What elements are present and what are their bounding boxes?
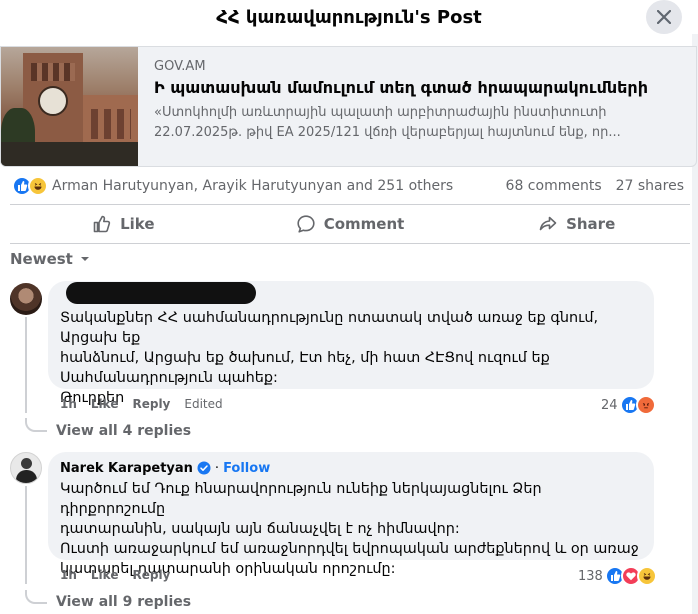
thread-elbow <box>25 418 47 432</box>
verified-badge-icon <box>197 461 211 475</box>
shares-count[interactable]: 27 shares <box>616 178 684 194</box>
comment-line: դատարանին, սակայն այն ճանաչվել է ոչ հիմն… <box>60 521 460 537</box>
comment-bubble-icon <box>297 215 315 233</box>
comment-meta: 1h Like Reply Edited <box>60 397 223 411</box>
comment-time[interactable]: 1h <box>60 568 77 582</box>
follow-button[interactable]: Follow <box>223 461 270 476</box>
close-icon <box>657 10 671 24</box>
comment-button-label: Comment <box>323 215 405 233</box>
comment-text: Կարծում եմ Դուք հնարավորություն ունեիք ն… <box>60 479 642 579</box>
comments-count[interactable]: 68 comments <box>506 178 602 194</box>
share-button-label: Share <box>566 215 616 233</box>
share-arrow-icon <box>539 216 557 231</box>
divider <box>10 243 690 244</box>
comment-line: Տականքներ ՀՀ սահմանադրությունը ոտատակ տվ… <box>60 310 599 346</box>
link-headline[interactable]: Ի պատասխան մամուլում տեղ գտած հրապարակու… <box>154 78 696 97</box>
post-stats: Arman Harutyunyan, Arayik Harutyunyan an… <box>0 172 692 200</box>
haha-icon <box>28 176 48 196</box>
edited-label: Edited <box>184 397 223 411</box>
link-preview-card[interactable]: GOV.AM Ի պատասխան մամուլում տեղ գտած հրա… <box>0 46 697 167</box>
comment-reactions[interactable]: 24 <box>601 395 656 415</box>
comment-line: Ուստի առաջարկում եմ առաջնորդվել եվրոպակա… <box>60 541 639 557</box>
separator-dot: · <box>214 460 220 476</box>
comment-button[interactable]: Comment <box>237 205 464 243</box>
avatar[interactable] <box>10 283 42 315</box>
post-reaction-icons[interactable] <box>12 176 48 196</box>
comment-reply-button[interactable]: Reply <box>132 397 170 411</box>
comment-line: հանձնում, Արցախ եք ծախում, Էտ հեչ, մի հա… <box>60 350 550 366</box>
thread-elbow <box>25 590 47 604</box>
thumbs-up-icon <box>93 215 111 233</box>
comment-sort-dropdown[interactable]: Newest <box>10 248 91 270</box>
post-actions: Like Comment Share <box>10 205 690 243</box>
comment-meta: 1h Like Reply <box>60 568 170 582</box>
comment-like-button[interactable]: Like <box>91 397 119 411</box>
comment-line: Կարծում եմ Դուք հնարավորություն ունեիք ն… <box>60 481 542 517</box>
link-thumbnail <box>1 47 138 166</box>
comment-time[interactable]: 1h <box>60 397 77 411</box>
reaction-count: 138 <box>578 568 603 584</box>
like-button-label: Like <box>120 215 155 233</box>
post-dialog-header: ՀՀ կառավարություն's Post <box>0 0 698 34</box>
haha-icon <box>636 566 657 586</box>
dialog-title: ՀՀ կառավարություն's Post <box>216 6 482 28</box>
comment-text: Տականքներ ՀՀ սահմանադրությունը ոտատակ տվ… <box>60 308 642 408</box>
view-replies-link[interactable]: View all 9 replies <box>56 594 191 610</box>
sort-label: Newest <box>10 250 73 268</box>
thread-line <box>25 486 27 584</box>
reactors-summary[interactable]: Arman Harutyunyan, Arayik Harutyunyan an… <box>52 178 506 194</box>
view-replies-link[interactable]: View all 4 replies <box>56 423 191 439</box>
comment-line: Սահմանադրություն պահեք: <box>60 370 278 386</box>
thread-line <box>25 317 27 413</box>
comment-like-button[interactable]: Like <box>91 568 119 582</box>
share-button[interactable]: Share <box>463 205 690 243</box>
like-button[interactable]: Like <box>10 205 237 243</box>
avatar[interactable] <box>10 452 42 484</box>
comment-bubble: Տականքներ ՀՀ սահմանադրությունը ոտատակ տվ… <box>48 281 654 406</box>
comment-author[interactable]: Narek Karapetyan <box>60 461 193 476</box>
comment-bubble: Narek Karapetyan · Follow Կարծում եմ Դու… <box>48 452 654 577</box>
comment-reply-button[interactable]: Reply <box>132 568 170 582</box>
link-description: «Ստոկհոլմի առևտրային պալատի արբիտրաժային… <box>154 105 621 140</box>
close-button[interactable] <box>646 0 682 34</box>
link-domain: GOV.AM <box>154 59 206 74</box>
angry-icon <box>635 395 656 415</box>
reaction-count: 24 <box>601 397 618 413</box>
caret-down-icon <box>80 257 89 261</box>
comment-reactions[interactable]: 138 <box>578 566 657 586</box>
redacted-author-name <box>66 282 256 304</box>
